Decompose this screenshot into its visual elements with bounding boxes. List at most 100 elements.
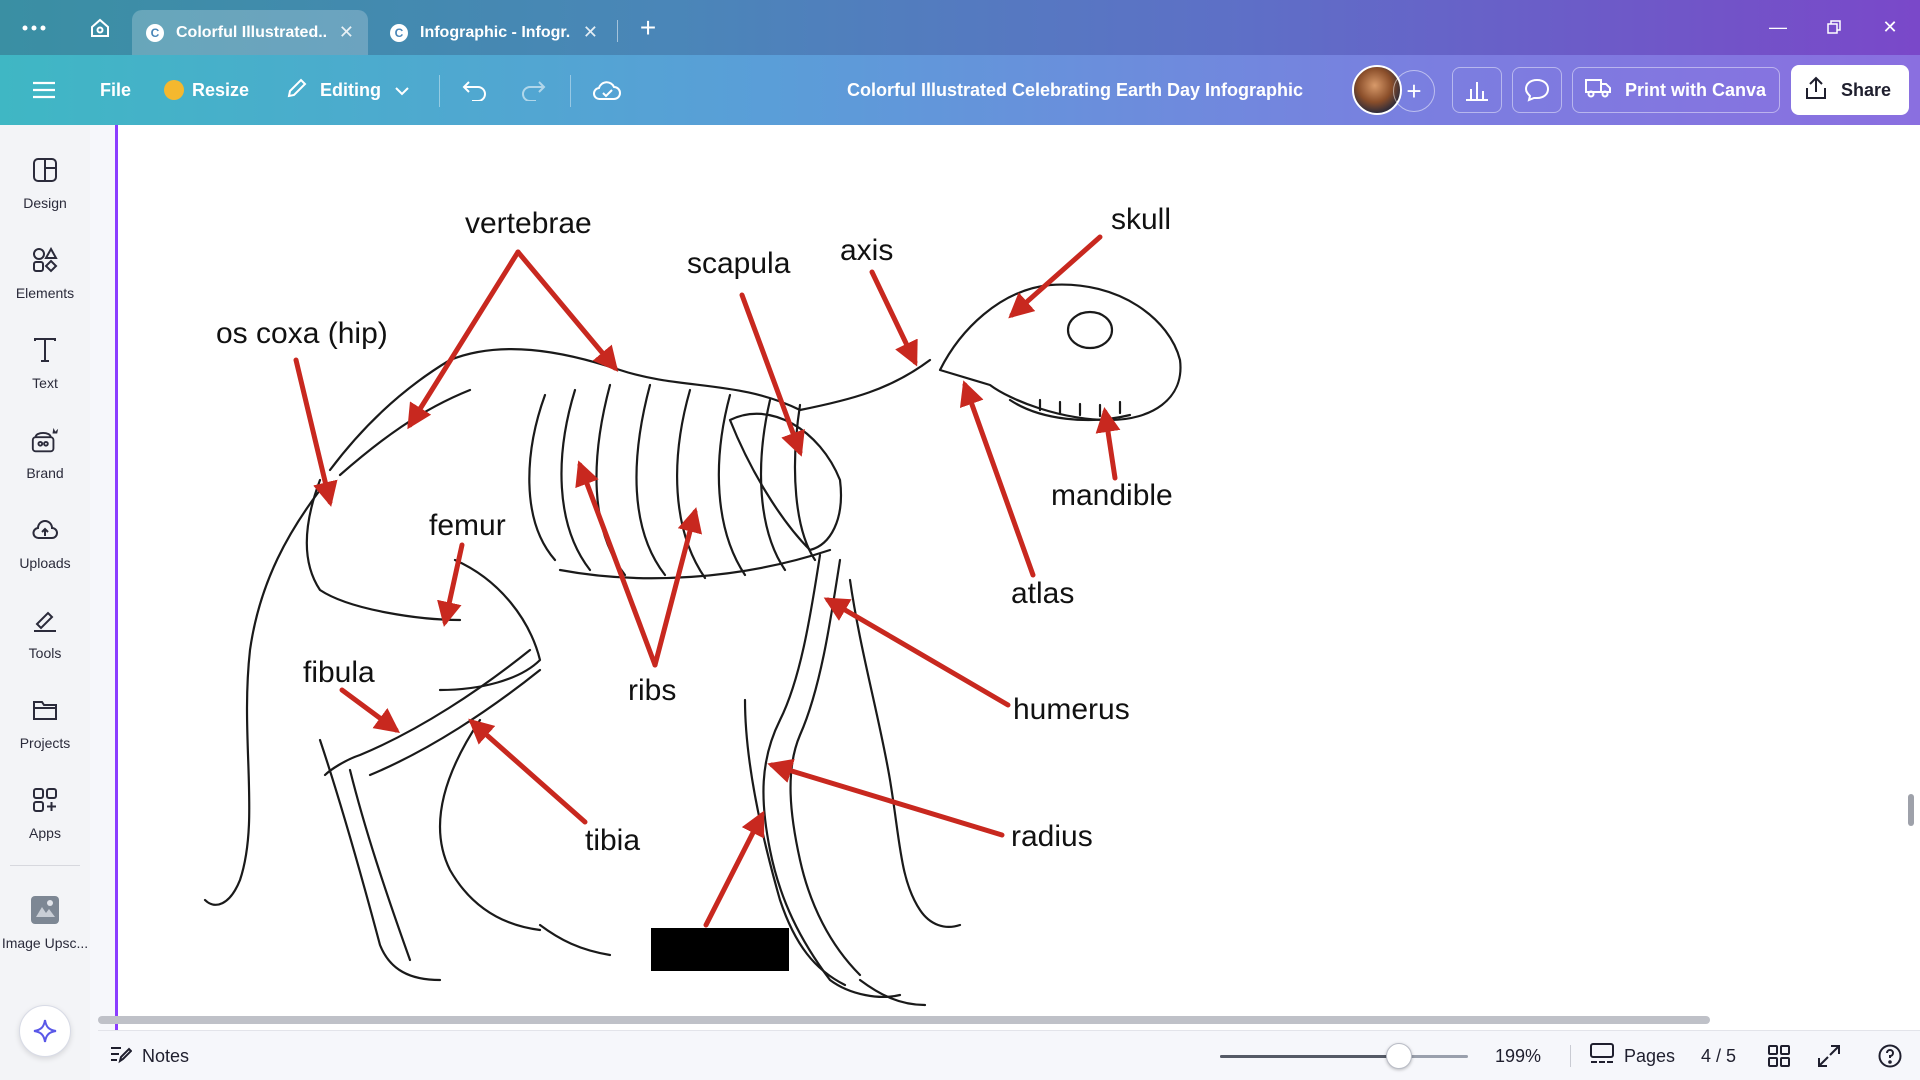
arrow-os-coxa <box>293 357 338 507</box>
label-scapula: scapula <box>687 247 791 280</box>
cat-skeleton-diagram[interactable]: vertebrae skull scapula axis os coxa (hi… <box>118 125 1920 1030</box>
zoom-slider[interactable] <box>1220 1055 1468 1058</box>
label-axis: axis <box>840 234 893 267</box>
arrow-femur <box>437 542 465 627</box>
label-ribs: ribs <box>628 674 676 707</box>
truck-icon <box>1585 78 1611 103</box>
chevron-down-icon <box>395 80 409 101</box>
close-window-icon[interactable]: ✕ <box>1870 12 1910 42</box>
arrow-skull <box>1008 234 1103 319</box>
comments-button[interactable] <box>1512 67 1562 113</box>
sidebar-item-image-upscaler[interactable]: Image Upsc... <box>0 893 90 973</box>
analytics-button[interactable] <box>1452 67 1502 113</box>
image-upscaler-icon <box>30 893 60 927</box>
new-tab-icon[interactable]: + <box>632 12 664 44</box>
home-icon[interactable] <box>84 12 116 44</box>
crown-icon <box>164 80 184 100</box>
sidebar-item-text[interactable]: Text <box>0 333 90 413</box>
more-options-icon[interactable] <box>18 12 50 44</box>
sidebar-item-brand[interactable]: Brand <box>0 423 90 503</box>
editing-mode-button[interactable]: Editing <box>286 55 409 125</box>
sparkle-icon <box>33 1019 57 1043</box>
editing-label: Editing <box>320 79 381 100</box>
print-label: Print with Canva <box>1625 79 1767 100</box>
restore-icon[interactable] <box>1814 12 1854 42</box>
sidebar-item-design[interactable]: Design <box>0 153 90 233</box>
share-button[interactable]: Share <box>1791 65 1909 115</box>
cloud-saved-icon[interactable] <box>592 55 622 125</box>
pages-icon <box>1590 1042 1614 1070</box>
help-icon[interactable] <box>1878 1031 1902 1080</box>
tab-infographic[interactable]: C Infographic - Infogr... ✕ <box>376 10 612 55</box>
sidebar-divider <box>10 865 80 866</box>
zoom-slider-handle[interactable] <box>1385 1043 1412 1069</box>
sidebar-item-tools[interactable]: Tools <box>0 603 90 683</box>
redo-icon[interactable] <box>520 55 546 125</box>
sidebar-item-uploads[interactable]: Uploads <box>0 513 90 593</box>
tab-divider <box>617 20 618 42</box>
sidebar-item-projects[interactable]: Projects <box>0 693 90 773</box>
sidebar-item-apps[interactable]: Apps <box>0 783 90 863</box>
apps-icon <box>30 783 60 817</box>
arrow-humerus <box>823 597 1011 708</box>
tab-colorful-illustrated[interactable]: C Colorful Illustrated... ✕ <box>132 10 368 55</box>
arrow-ribs-left <box>575 460 658 668</box>
close-tab-icon[interactable]: ✕ <box>583 22 598 43</box>
arrow-radius <box>767 758 1005 838</box>
redacted-label-box <box>651 928 789 971</box>
minimize-icon[interactable]: — <box>1758 12 1798 42</box>
sidebar-item-elements[interactable]: Elements <box>0 243 90 323</box>
projects-icon <box>30 693 60 727</box>
zoom-level[interactable]: 199% <box>1495 1031 1541 1080</box>
print-with-canva-button[interactable]: Print with Canva <box>1572 67 1780 113</box>
comment-icon <box>1524 78 1550 102</box>
label-radius: radius <box>1011 820 1093 853</box>
canva-favicon-icon: C <box>390 23 408 42</box>
menu-icon[interactable] <box>32 55 56 125</box>
pencil-icon <box>286 77 308 104</box>
page-indicator[interactable]: 4 / 5 <box>1701 1031 1736 1080</box>
footer-divider <box>1570 1045 1571 1067</box>
resize-button[interactable]: Resize <box>164 55 249 125</box>
sidebar-item-label: Uploads <box>19 555 71 571</box>
close-tab-icon[interactable]: ✕ <box>339 22 354 43</box>
tools-icon <box>30 603 60 637</box>
pages-label: Pages <box>1624 1045 1676 1066</box>
horizontal-scrollbar[interactable] <box>98 1016 1710 1024</box>
sidebar-item-label: Design <box>23 195 67 211</box>
label-vertebrae: vertebrae <box>465 207 592 240</box>
design-canvas[interactable]: vertebrae skull scapula axis os coxa (hi… <box>118 125 1920 1030</box>
design-icon <box>30 153 60 187</box>
sidebar-item-label: Brand <box>26 465 64 481</box>
editor-toolbar: File Resize Editing Colorful Illustrated… <box>0 55 1920 125</box>
arrow-tibia <box>468 718 588 825</box>
pages-button[interactable]: Pages <box>1590 1031 1675 1080</box>
label-skull: skull <box>1111 203 1171 236</box>
grid-view-icon[interactable] <box>1768 1031 1790 1080</box>
notes-button[interactable]: Notes <box>110 1031 189 1080</box>
tab-title: Colorful Illustrated... <box>176 23 327 41</box>
skeleton-illustration <box>203 283 1182 1007</box>
document-title[interactable]: Colorful Illustrated Celebrating Earth D… <box>830 55 1320 125</box>
label-mandible: mandible <box>1051 479 1173 512</box>
arrow-axis <box>869 269 918 367</box>
share-icon <box>1805 76 1827 105</box>
magic-assistant-button[interactable] <box>19 1005 71 1057</box>
notes-icon <box>110 1044 133 1069</box>
canva-favicon-icon: C <box>146 23 164 42</box>
sidebar-item-label: Text <box>32 375 58 391</box>
arrow-mandible <box>1095 407 1121 481</box>
vertical-scrollbar[interactable] <box>1908 794 1914 826</box>
elements-icon <box>30 243 60 277</box>
fullscreen-icon[interactable] <box>1818 1031 1840 1080</box>
resize-label: Resize <box>192 79 250 100</box>
add-collaborator-icon[interactable]: + <box>1393 70 1435 112</box>
file-menu-button[interactable]: File <box>100 55 131 125</box>
toolbar-divider <box>570 75 571 107</box>
notes-label: Notes <box>142 1045 190 1066</box>
toolbar-divider <box>439 75 440 107</box>
label-femur: femur <box>429 509 506 542</box>
undo-icon[interactable] <box>462 55 488 125</box>
label-atlas: atlas <box>1011 577 1074 610</box>
left-sidebar: Design Elements Text Brand Uploads Tools <box>0 125 90 1080</box>
